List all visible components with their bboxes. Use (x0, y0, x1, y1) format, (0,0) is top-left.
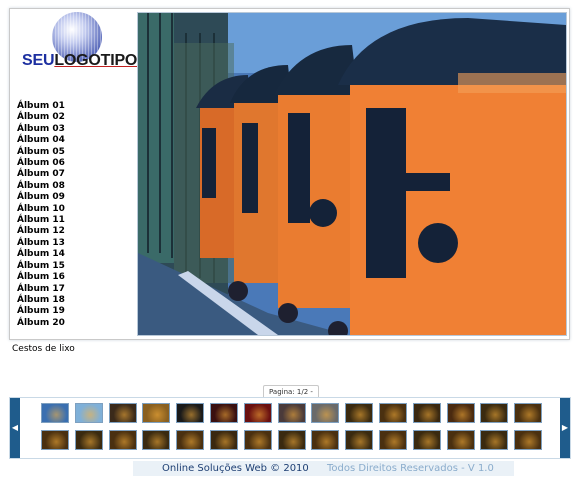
thumbnail[interactable] (142, 403, 171, 423)
thumbnail-strip: ◀ ▶ (9, 397, 571, 459)
next-page-button[interactable]: ▶ (560, 398, 570, 458)
thumbnail[interactable] (176, 430, 205, 450)
album-link[interactable]: Álbum 14 (17, 249, 65, 260)
footer-rights: Todos Direitos Reservados - V 1.0 (327, 463, 494, 474)
thumbnail[interactable] (74, 430, 103, 450)
thumbnail[interactable] (514, 403, 543, 423)
thumbnail[interactable] (41, 430, 69, 450)
album-link[interactable]: Álbum 15 (17, 261, 65, 272)
thumbnail[interactable] (480, 430, 509, 450)
album-link[interactable]: Álbum 02 (17, 112, 65, 123)
thumbnail[interactable] (412, 430, 441, 450)
album-link[interactable]: Álbum 17 (17, 284, 65, 295)
main-photo[interactable] (137, 12, 567, 336)
thumbnail[interactable] (446, 403, 475, 423)
site-logo[interactable]: SEULOGOTIPO (22, 12, 137, 72)
album-link[interactable]: Álbum 05 (17, 147, 65, 158)
dumpster-photo-image (138, 13, 566, 335)
thumbnail[interactable] (311, 430, 340, 450)
thumbnail[interactable] (311, 403, 340, 423)
footer-copyright: Online Soluções Web © 2010 (162, 463, 309, 474)
album-link[interactable]: Álbum 10 (17, 204, 65, 215)
thumbnail[interactable] (243, 430, 272, 450)
album-link[interactable]: Álbum 07 (17, 169, 65, 180)
footer: Online Soluções Web © 2010 Todos Direito… (133, 461, 514, 476)
thumbnail[interactable] (176, 403, 205, 423)
album-link[interactable]: Álbum 06 (17, 158, 65, 169)
album-link[interactable]: Álbum 13 (17, 238, 65, 249)
prev-page-button[interactable]: ◀ (10, 398, 20, 458)
thumbnail[interactable] (108, 430, 137, 450)
thumbnail[interactable] (277, 430, 306, 450)
album-link[interactable]: Álbum 01 (17, 101, 65, 112)
photo-caption: Cestos de lixo (12, 344, 75, 354)
album-link[interactable]: Álbum 04 (17, 135, 65, 146)
thumbnail[interactable] (108, 403, 137, 423)
album-link[interactable]: Álbum 08 (17, 181, 65, 192)
thumbnail[interactable] (345, 403, 374, 423)
thumbnail[interactable] (74, 403, 103, 423)
thumbnail[interactable] (41, 403, 69, 423)
logo-text-seu: SEU (22, 52, 55, 69)
album-list: Álbum 01 Álbum 02 Álbum 03 Álbum 04 Álbum 05… (17, 101, 65, 329)
album-link[interactable]: Álbum 18 (17, 295, 65, 306)
thumbnail[interactable] (210, 430, 238, 450)
album-link[interactable]: Álbum 03 (17, 124, 65, 135)
thumbnail[interactable] (412, 403, 441, 423)
thumbnail[interactable] (379, 403, 407, 423)
thumbnail[interactable] (243, 403, 272, 423)
thumbnail-grid (41, 403, 543, 455)
album-link[interactable]: Álbum 20 (17, 318, 65, 329)
thumbnail[interactable] (446, 430, 475, 450)
logo-text-rest: LOGOTIPO (54, 52, 138, 69)
thumbnail[interactable] (480, 403, 509, 423)
logo-text: SEULOGOTIPO (22, 52, 137, 70)
thumbnail[interactable] (142, 430, 171, 450)
thumbnail[interactable] (345, 430, 374, 450)
album-link[interactable]: Álbum 11 (17, 215, 65, 226)
thumbnail[interactable] (379, 430, 407, 450)
album-link[interactable]: Álbum 16 (17, 272, 65, 283)
album-link[interactable]: Álbum 09 (17, 192, 65, 203)
thumbnail[interactable] (277, 403, 306, 423)
album-link[interactable]: Álbum 12 (17, 226, 65, 237)
thumbnail[interactable] (514, 430, 543, 450)
album-link[interactable]: Álbum 19 (17, 306, 65, 317)
thumbnail[interactable] (210, 403, 238, 423)
